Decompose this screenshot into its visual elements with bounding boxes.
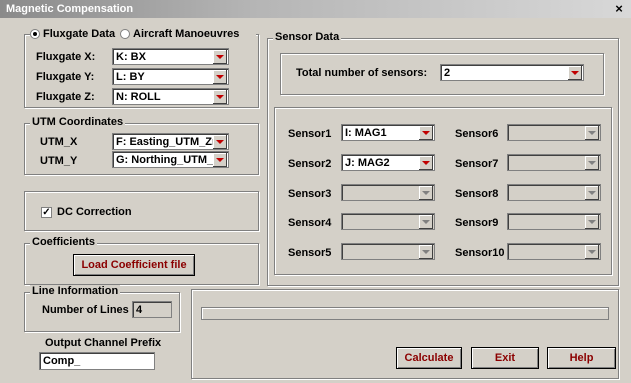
help-button[interactable]: Help — [547, 347, 616, 369]
exit-button[interactable]: Exit — [471, 347, 539, 369]
sensor-data-title: Sensor Data — [273, 31, 342, 43]
chevron-down-icon[interactable] — [585, 245, 599, 259]
number-of-lines-field: 4 — [132, 301, 172, 318]
sensor1-label: Sensor1 — [288, 128, 332, 140]
chevron-down-icon[interactable] — [419, 126, 433, 140]
sensor10-dropdown[interactable] — [507, 243, 601, 260]
sensor5-dropdown[interactable] — [341, 243, 435, 260]
sensor4-dropdown[interactable] — [341, 213, 435, 230]
chevron-down-icon[interactable] — [419, 156, 433, 170]
sensor2-dropdown[interactable]: J: MAG2 — [341, 154, 435, 171]
chevron-down-icon[interactable] — [213, 50, 227, 64]
utm-y-label: UTM_Y — [40, 155, 78, 167]
chevron-down-icon[interactable] — [419, 186, 433, 200]
radio-fluxgate-label: Fluxgate Data — [43, 28, 116, 40]
line-info-title: Line Information — [30, 285, 121, 297]
dc-correction-checkbox[interactable]: ✓ — [41, 207, 52, 218]
fluxgate-z-value: N: ROLL — [116, 91, 161, 103]
chevron-down-icon[interactable] — [419, 245, 433, 259]
dc-correction-label: DC Correction — [57, 206, 132, 218]
sensor5-label: Sensor5 — [288, 247, 332, 259]
chevron-down-icon[interactable] — [213, 135, 227, 149]
fluxgate-z-dropdown[interactable]: N: ROLL — [112, 88, 229, 105]
sensor10-label: Sensor10 — [455, 247, 505, 259]
chevron-down-icon[interactable] — [568, 66, 582, 80]
fluxgate-z-label: Fluxgate Z: — [36, 91, 95, 103]
progress-bar — [201, 307, 609, 320]
coefficients-title: Coefficients — [30, 236, 97, 248]
utm-y-value: G: Northing_UTM_Z — [116, 154, 214, 166]
sensor6-label: Sensor6 — [455, 128, 499, 140]
utm-x-label: UTM_X — [40, 136, 78, 148]
sensor7-dropdown[interactable] — [507, 154, 601, 171]
chevron-down-icon[interactable] — [213, 90, 227, 104]
utm-title: UTM Coordinates — [30, 116, 126, 128]
total-sensors-dropdown[interactable]: 2 — [440, 64, 584, 81]
number-of-lines-value: 4 — [136, 304, 143, 316]
chevron-down-icon[interactable] — [213, 153, 227, 167]
output-prefix-value: Comp_ — [43, 355, 81, 367]
sensor1-dropdown[interactable]: I: MAG1 — [341, 124, 435, 141]
window-title: Magnetic Compensation — [6, 3, 134, 15]
chevron-down-icon[interactable] — [419, 215, 433, 229]
utm-x-value: F: Easting_UTM_Zr — [116, 136, 214, 148]
fluxgate-y-value: L: BY — [116, 71, 145, 83]
total-sensors-value: 2 — [444, 67, 451, 79]
sensor8-dropdown[interactable] — [507, 184, 601, 201]
fluxgate-x-value: K: BX — [116, 51, 146, 63]
chevron-down-icon[interactable] — [585, 215, 599, 229]
sensor8-label: Sensor8 — [455, 188, 499, 200]
output-prefix-input[interactable]: Comp_ — [39, 352, 155, 370]
sensor3-dropdown[interactable] — [341, 184, 435, 201]
sensor2-value: J: MAG2 — [345, 157, 390, 169]
chevron-down-icon[interactable] — [585, 126, 599, 140]
chevron-down-icon[interactable] — [585, 186, 599, 200]
close-icon[interactable]: × — [613, 2, 625, 15]
number-of-lines-label: Number of Lines — [42, 304, 129, 316]
utm-x-dropdown[interactable]: F: Easting_UTM_Zr — [112, 133, 229, 150]
fluxgate-y-dropdown[interactable]: L: BY — [112, 68, 229, 85]
sensor2-label: Sensor2 — [288, 158, 332, 170]
sensor3-label: Sensor3 — [288, 188, 332, 200]
radio-fluxgate-data[interactable] — [30, 29, 40, 39]
radio-aircraft-label: Aircraft Manoeuvres — [133, 28, 240, 40]
sensor4-label: Sensor4 — [288, 217, 332, 229]
fluxgate-x-dropdown[interactable]: K: BX — [112, 48, 229, 65]
sensor9-label: Sensor9 — [455, 217, 499, 229]
chevron-down-icon[interactable] — [213, 70, 227, 84]
fluxgate-y-label: Fluxgate Y: — [36, 71, 95, 83]
output-prefix-label: Output Channel Prefix — [45, 337, 162, 349]
utm-y-dropdown[interactable]: G: Northing_UTM_Z — [112, 151, 229, 168]
total-sensors-label: Total number of sensors: — [296, 67, 428, 79]
sensor7-label: Sensor7 — [455, 158, 499, 170]
radio-aircraft-manoeuvres[interactable] — [120, 29, 130, 39]
load-coefficient-file-button[interactable]: Load Coefficient file — [73, 254, 195, 276]
fluxgate-x-label: Fluxgate X: — [36, 51, 96, 63]
sensor6-dropdown[interactable] — [507, 124, 601, 141]
sensor9-dropdown[interactable] — [507, 213, 601, 230]
sensor1-value: I: MAG1 — [345, 127, 387, 139]
chevron-down-icon[interactable] — [585, 156, 599, 170]
calculate-button[interactable]: Calculate — [396, 347, 462, 369]
